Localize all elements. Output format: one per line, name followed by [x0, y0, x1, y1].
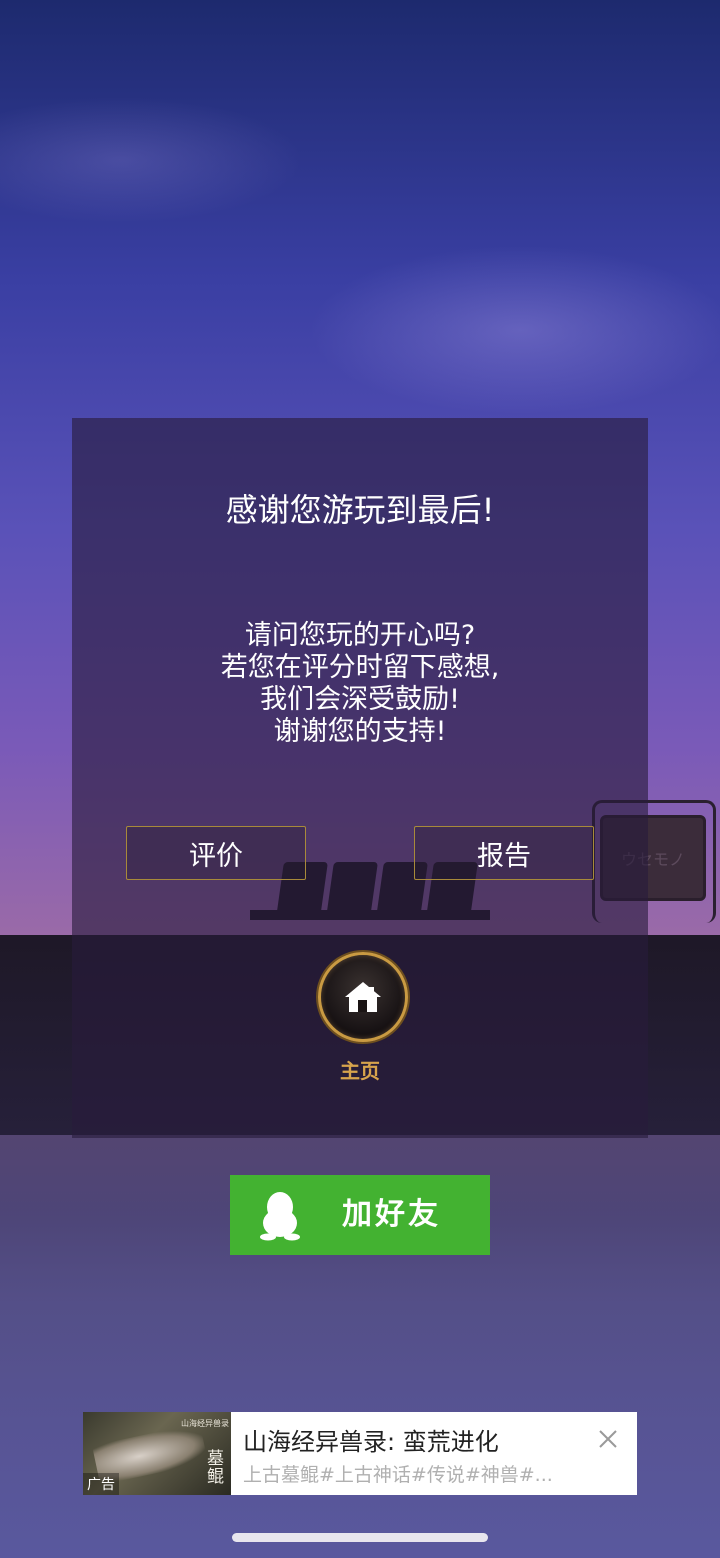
dialog-title: 感谢您游玩到最后!: [225, 491, 495, 529]
ad-thumbnail-small-text: 山海经异兽录: [181, 1419, 229, 1428]
dialog-message-line: 若您在评分时留下感想,: [220, 652, 500, 683]
ad-banner[interactable]: 山海经异兽录 墓鲲 广告 山海经异兽录: 蛮荒进化 上古墓鲲#上古神话#传说#神…: [83, 1412, 637, 1495]
home-indicator-bar[interactable]: [232, 1533, 488, 1542]
dialog-message-line: 谢谢您的支持!: [273, 716, 447, 747]
home-button[interactable]: [318, 952, 408, 1042]
ad-description[interactable]: 上古墓鲲#上古神话#传说#神兽#...: [243, 1460, 553, 1487]
report-button[interactable]: 报告: [414, 826, 594, 880]
add-friend-label: 加好友: [342, 1197, 441, 1232]
dialog-message-line: 我们会深受鼓励!: [260, 684, 460, 715]
qq-penguin-icon: [260, 1192, 300, 1241]
close-icon[interactable]: [597, 1428, 619, 1450]
home-icon: [345, 982, 381, 1012]
ad-tag: 广告: [83, 1473, 119, 1495]
ad-thumbnail-text: 墓鲲: [207, 1449, 224, 1487]
ad-thumbnail: 山海经异兽录 墓鲲 广告: [83, 1412, 231, 1495]
dialog-message: 请问您玩的开心吗? 若您在评分时留下感想, 我们会深受鼓励! 谢谢您的支持!: [72, 620, 648, 748]
ad-title[interactable]: 山海经异兽录: 蛮荒进化: [243, 1422, 499, 1457]
home-button-label: 主页: [340, 1059, 380, 1083]
rate-button[interactable]: 评价: [126, 826, 306, 880]
dialog-message-line: 请问您玩的开心吗?: [244, 620, 476, 651]
add-friend-button[interactable]: 加好友: [230, 1175, 490, 1255]
